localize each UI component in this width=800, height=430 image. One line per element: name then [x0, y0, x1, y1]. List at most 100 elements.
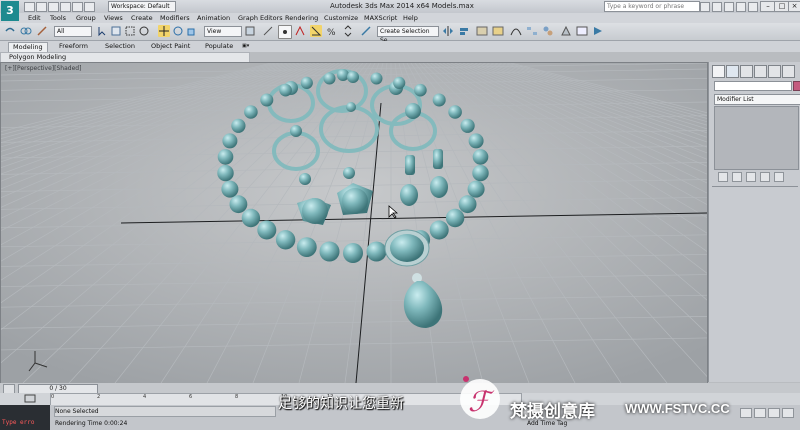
redo-icon[interactable] — [72, 2, 83, 12]
menu-customize[interactable]: Customize — [324, 14, 358, 22]
search-icon[interactable] — [700, 2, 710, 12]
selection-filter-dropdown[interactable]: All — [54, 26, 92, 37]
necklace-bead — [458, 195, 477, 214]
project-folder-icon[interactable] — [84, 2, 95, 12]
workspace-dropdown[interactable]: Workspace: Default — [108, 1, 176, 12]
undo-icon[interactable] — [60, 2, 71, 12]
modifier-stack[interactable] — [714, 106, 799, 170]
named-selection-dropdown[interactable]: Create Selection Se — [377, 26, 439, 44]
select-link-icon[interactable] — [20, 25, 32, 37]
mirror-icon[interactable] — [442, 25, 454, 37]
undo-arrow-icon[interactable] — [4, 25, 16, 37]
open-file-icon[interactable] — [36, 2, 47, 12]
pan-view-icon[interactable] — [768, 408, 780, 418]
pin-stack-icon[interactable] — [718, 172, 728, 182]
utilities-tab-icon[interactable] — [782, 65, 795, 78]
object-name-field[interactable] — [714, 81, 792, 91]
rectangular-selection-icon[interactable] — [124, 25, 136, 37]
align-icon[interactable] — [458, 25, 470, 37]
tab-populate[interactable]: Populate — [201, 42, 237, 51]
help-icon[interactable] — [748, 2, 758, 12]
move-icon[interactable] — [158, 25, 170, 37]
necklace-bead — [319, 241, 340, 262]
tab-selection[interactable]: Selection — [101, 42, 139, 51]
select-by-name-icon[interactable] — [110, 25, 122, 37]
display-tab-icon[interactable] — [768, 65, 781, 78]
necklace-bead — [414, 83, 427, 97]
tab-freeform[interactable]: Freeform — [55, 42, 92, 51]
reference-coordinate-dropdown[interactable]: View — [204, 26, 242, 37]
zoom-all-icon[interactable] — [754, 408, 766, 418]
necklace-bead — [244, 105, 258, 119]
svg-text:%: % — [327, 28, 336, 37]
new-file-icon[interactable] — [24, 2, 35, 12]
necklace-bead — [366, 241, 387, 262]
percent-snap-icon[interactable]: % — [326, 25, 338, 37]
edit-named-selection-icon[interactable] — [360, 25, 372, 37]
curve-editor-icon[interactable] — [510, 25, 522, 37]
render-setup-icon[interactable] — [560, 25, 572, 37]
menu-graph-editors[interactable]: Graph Editors — [238, 14, 283, 22]
tab-modeling[interactable]: Modeling — [8, 42, 48, 52]
modifier-list-dropdown[interactable]: Modifier List — [714, 94, 800, 105]
rotate-icon[interactable] — [172, 25, 184, 37]
menu-tools[interactable]: Tools — [50, 14, 66, 22]
necklace-bead — [393, 76, 406, 89]
menu-rendering[interactable]: Rendering — [285, 14, 318, 22]
menu-animation[interactable]: Animation — [197, 14, 230, 22]
show-end-result-icon[interactable] — [732, 172, 742, 182]
app-logo[interactable]: 3 — [1, 1, 19, 21]
menu-maxscript[interactable]: MAXScript — [364, 14, 397, 22]
unlink-icon[interactable] — [36, 25, 48, 37]
make-unique-icon[interactable] — [746, 172, 756, 182]
listener-text: Type erro — [2, 419, 35, 426]
angle-snap-icon[interactable] — [310, 25, 322, 37]
mini-curve-editor-icon[interactable] — [24, 394, 36, 403]
menu-create[interactable]: Create — [131, 14, 153, 22]
select-manipulate-icon[interactable] — [262, 25, 274, 37]
subscription-icon[interactable] — [712, 2, 722, 12]
menu-modifiers[interactable]: Modifiers — [160, 14, 190, 22]
schematic-view-icon[interactable] — [526, 25, 538, 37]
perspective-viewport[interactable]: [+][Perspective][Shaded] — [0, 62, 708, 384]
ribbon-options-icon[interactable]: ▣▾ — [238, 42, 253, 51]
hierarchy-tab-icon[interactable] — [740, 65, 753, 78]
configure-sets-icon[interactable] — [774, 172, 784, 182]
tab-object-paint[interactable]: Object Paint — [147, 42, 194, 51]
save-file-icon[interactable] — [48, 2, 59, 12]
menu-views[interactable]: Views — [104, 14, 123, 22]
snaps-toggle-icon[interactable] — [294, 25, 306, 37]
select-object-icon[interactable] — [96, 25, 108, 37]
selection-status: None Selected — [55, 408, 99, 415]
modify-tab-icon[interactable] — [726, 65, 739, 78]
rendered-frame-icon[interactable] — [576, 25, 588, 37]
spinner-snap-icon[interactable] — [342, 25, 354, 37]
render-production-icon[interactable] — [592, 25, 604, 37]
layer-manager-icon[interactable] — [476, 25, 488, 37]
menu-edit[interactable]: Edit — [28, 14, 41, 22]
keyboard-shortcut-icon[interactable] — [278, 25, 292, 39]
necklace-bead — [222, 133, 238, 149]
necklace-bead — [460, 118, 475, 133]
favorites-icon[interactable] — [736, 2, 746, 12]
zoom-icon[interactable] — [740, 408, 752, 418]
pivot-center-icon[interactable] — [244, 25, 256, 37]
graphite-toggle-icon[interactable] — [492, 25, 504, 37]
menu-group[interactable]: Group — [76, 14, 96, 22]
menu-help[interactable]: Help — [403, 14, 418, 22]
close-button[interactable]: × — [788, 1, 800, 12]
keyword-search-input[interactable]: Type a keyword or phrase — [604, 1, 700, 12]
scale-icon[interactable] — [186, 25, 198, 37]
create-tab-icon[interactable] — [712, 65, 725, 78]
window-crossing-icon[interactable] — [138, 25, 150, 37]
object-color-swatch[interactable] — [793, 81, 800, 91]
necklace-bead — [472, 149, 489, 165]
material-editor-icon[interactable] — [542, 25, 554, 37]
orbit-icon[interactable] — [782, 408, 794, 418]
communication-icon[interactable] — [724, 2, 734, 12]
remove-modifier-icon[interactable] — [760, 172, 770, 182]
motion-tab-icon[interactable] — [754, 65, 767, 78]
maxscript-listener[interactable]: Type erro — [0, 405, 50, 430]
viewport-label[interactable]: [+][Perspective][Shaded] — [5, 65, 81, 72]
necklace-bead — [217, 149, 234, 165]
